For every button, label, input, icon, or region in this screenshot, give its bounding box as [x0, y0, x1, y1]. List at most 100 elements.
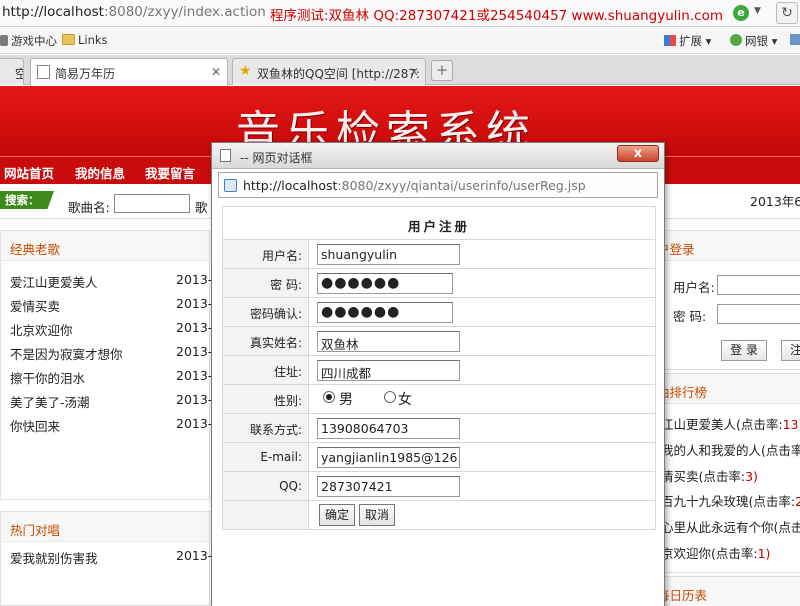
login-button[interactable]: 登 录 — [721, 340, 767, 361]
password-confirm-input[interactable]: ●●●●●● — [317, 302, 453, 323]
tab-strip: 空 简易万年历 ✕ ★ 双鱼林的QQ空间 [http://287: ✕ + — [0, 55, 800, 86]
panel-title: 曲排行榜 — [657, 374, 800, 404]
search-label-2: 歌 — [195, 200, 208, 215]
form-row-email: E-mail: yangjianlin1985@126.com — [222, 443, 656, 472]
games-icon — [0, 35, 8, 46]
form-row-address: 住址: 四川成都 — [222, 356, 656, 385]
favorite-games[interactable]: 游戏中心 — [0, 33, 57, 49]
form-row-username: 用户名: shuangyulin — [222, 240, 656, 269]
folder-icon — [62, 34, 75, 45]
password-confirm-label: 密码确认: — [223, 298, 309, 326]
song-date: 2013- — [176, 392, 213, 407]
submit-button[interactable]: 确定 — [319, 504, 355, 526]
tab-qq-space[interactable]: ★ 双鱼林的QQ空间 [http://287: ✕ — [232, 58, 426, 85]
song-link[interactable]: 爱情买卖 — [10, 296, 60, 315]
nav-my-info[interactable]: 我的信息 — [75, 163, 125, 182]
password-input[interactable]: ●●●●●● — [317, 273, 453, 294]
favorite-links[interactable]: Links — [62, 33, 108, 47]
refresh-icon[interactable]: ↻ — [776, 2, 798, 24]
buttons-label-cell — [223, 501, 309, 529]
song-link[interactable]: 爱我就别伤害我 — [10, 548, 98, 567]
search-button[interactable]: 搜索： — [0, 191, 54, 209]
panel-title: 经典老歌 — [1, 231, 209, 261]
register-button[interactable]: 注 — [781, 340, 800, 361]
rank-item[interactable]: 情买卖(点击率:3) — [661, 466, 758, 485]
song-link[interactable]: 擦干你的泪水 — [10, 368, 85, 387]
song-link[interactable]: 美了美了-汤潮 — [10, 392, 90, 411]
form-row-password: 密 码: ●●●●●● — [222, 269, 656, 298]
tab-previous[interactable]: 空 — [0, 58, 24, 85]
form-row-gender: 性别: 男 女 — [222, 385, 656, 414]
song-date: 2013- — [176, 548, 213, 563]
screen: http://localhost:8080/zxyy/index.action … — [0, 0, 800, 606]
song-name-input[interactable] — [114, 194, 190, 213]
gender-female-label: 女 — [398, 392, 412, 408]
panel-title: 热门对唱 — [1, 512, 209, 542]
username-input[interactable] — [717, 275, 800, 295]
username-label: 用户名: — [673, 280, 715, 295]
email-label: E-mail: — [223, 443, 309, 471]
tab-calendar[interactable]: 简易万年历 ✕ — [30, 58, 228, 86]
close-icon[interactable]: ✕ — [409, 65, 419, 79]
chevron-down-icon[interactable]: ▼ — [754, 6, 761, 16]
dialog-url-bar: http://localhost:8080/zxyy/qiantai/useri… — [218, 172, 658, 198]
extensions-menu[interactable]: 扩展 ▾ — [664, 33, 711, 49]
email-input[interactable]: yangjianlin1985@126.com — [317, 447, 460, 468]
rank-item[interactable]: 心里从此永远有个你(点击率 — [661, 517, 800, 536]
song-date: 2013- — [176, 272, 213, 287]
dialog-titlebar[interactable]: -- 网页对话框 x — [212, 143, 664, 169]
classic-songs-panel: 经典老歌 爱江山更爱美人 2013- 爱情买卖 2013- 北京欢迎你 2013… — [0, 230, 213, 500]
password-input[interactable] — [717, 304, 800, 324]
rank-item[interactable]: 京欢迎你(点击率:1) — [661, 543, 770, 562]
panel-title: 户登录 — [657, 231, 800, 261]
address-input[interactable]: 四川成都 — [317, 360, 460, 381]
compat-mode-icon[interactable]: e — [733, 5, 749, 21]
dialog-url: http://localhost:8080/zxyy/qiantai/useri… — [243, 178, 586, 193]
phone-input[interactable]: 13908064703 — [317, 418, 460, 439]
close-icon[interactable]: ✕ — [211, 65, 221, 79]
new-tab-button[interactable]: + — [431, 60, 453, 81]
gender-female-radio[interactable] — [384, 391, 396, 403]
song-date: 2013- — [176, 344, 213, 359]
username-label: 用户名: — [223, 240, 309, 268]
close-button[interactable]: x — [617, 145, 659, 162]
username-input[interactable]: shuangyulin — [317, 244, 460, 265]
extensions-icon — [664, 35, 676, 46]
hot-duets-panel: 热门对唱 爱我就别伤害我 2013- — [0, 511, 213, 606]
address-url[interactable]: http://localhost:8080/zxyy/index.action — [2, 4, 266, 20]
gender-male-radio[interactable] — [323, 391, 335, 403]
song-date: 2013- — [176, 368, 213, 383]
real-name-input[interactable]: 双鱼林 — [317, 331, 460, 352]
song-link[interactable]: 不是因为寂寞才想你 — [10, 344, 123, 363]
more-menu[interactable] — [790, 33, 800, 47]
rank-item[interactable]: 百九十九朵玫瑰(点击率:2) — [661, 491, 800, 510]
login-panel: 户登录 用户名: 密 码: 登 录 注 — [656, 230, 800, 370]
address-bar[interactable]: http://localhost:8080/zxyy/index.action … — [0, 0, 800, 27]
panel-title: 每日历表 — [657, 577, 800, 606]
qq-label: QQ: — [223, 472, 309, 500]
form-row-password-confirm: 密码确认: ●●●●●● — [222, 298, 656, 327]
rank-item[interactable]: 我的人和我爱的人(点击率: — [661, 440, 800, 459]
form-row-buttons: 确定 取消 — [222, 501, 656, 530]
real-name-label: 真实姓名: — [223, 327, 309, 355]
favorites-bar: 游戏中心 Links 扩展 ▾ 网银 ▾ — [0, 28, 800, 54]
gender-label: 性别: — [223, 385, 309, 413]
nav-message[interactable]: 我要留言 — [145, 163, 195, 182]
nav-home[interactable]: 网站首页 — [4, 163, 54, 182]
song-link[interactable]: 北京欢迎你 — [10, 320, 73, 339]
current-date: 2013年6月 — [750, 194, 800, 209]
song-link[interactable]: 你快回来 — [10, 416, 60, 435]
page-icon — [224, 179, 237, 192]
form-row-qq: QQ: 287307421 — [222, 472, 656, 501]
address-label: 住址: — [223, 356, 309, 384]
song-link[interactable]: 爱江山更爱美人 — [10, 272, 98, 291]
qq-input[interactable]: 287307421 — [317, 476, 460, 497]
bank-menu[interactable]: 网银 ▾ — [730, 33, 777, 49]
page-icon — [37, 65, 50, 79]
song-date: 2013- — [176, 296, 213, 311]
password-label: 密 码: — [223, 269, 309, 297]
rank-item[interactable]: 江山更爱美人(点击率:13) — [661, 414, 800, 433]
registration-form: 用户注册 用户名: shuangyulin 密 码: ●●●●●● 密码确认: … — [222, 206, 656, 530]
gender-male-label: 男 — [339, 392, 353, 408]
cancel-button[interactable]: 取消 — [359, 504, 395, 526]
